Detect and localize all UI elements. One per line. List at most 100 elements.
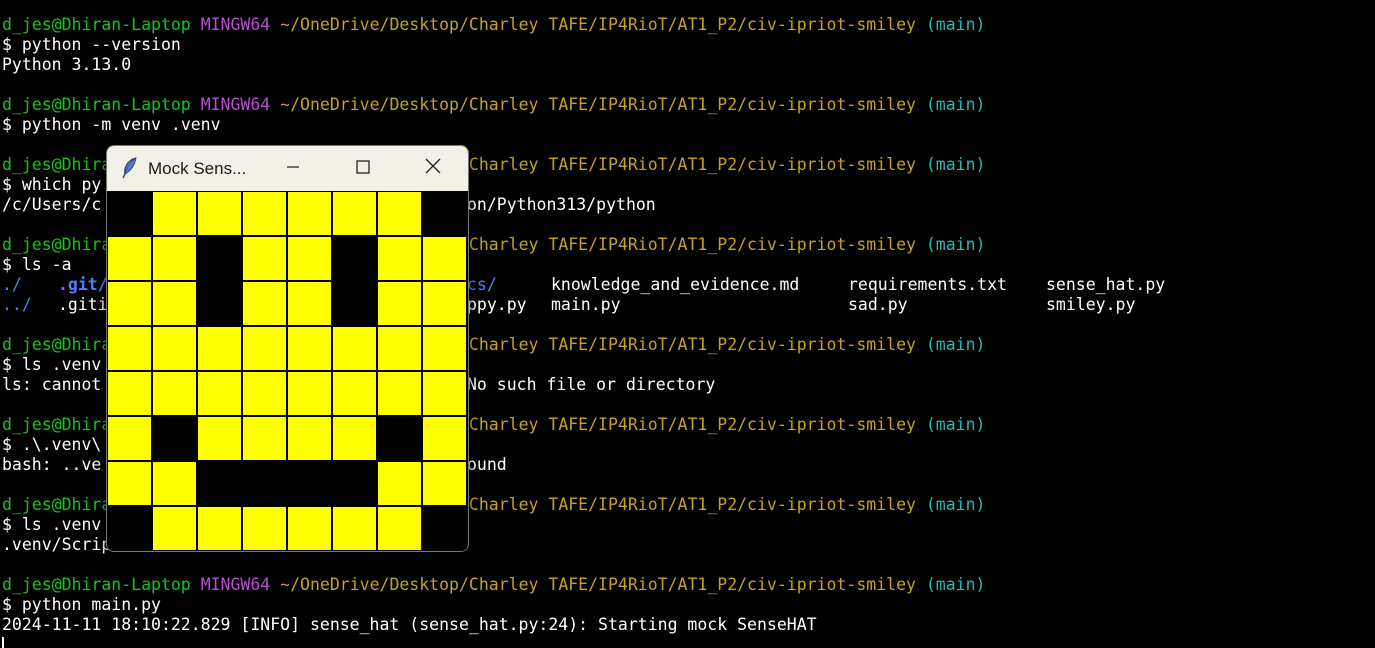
close-button[interactable]: [403, 146, 463, 191]
output-line: Python 3.13.0: [2, 55, 132, 74]
led-pixel: [287, 281, 332, 326]
led-pixel: [377, 461, 422, 506]
led-pixel: [152, 506, 197, 551]
prompt-line: d_jes@Dhiran-Laptop MINGW64 ~/OneDrive/D…: [2, 575, 986, 594]
window-titlebar[interactable]: Mock Sens...: [107, 146, 468, 191]
led-pixel: [242, 461, 287, 506]
command-line: $ .\.venv\: [2, 435, 102, 454]
led-pixel: [332, 281, 377, 326]
mock-sensehat-window[interactable]: Mock Sens...: [106, 145, 469, 552]
text-cursor: [2, 637, 4, 648]
led-pixel: [422, 191, 467, 236]
command-line: $ ls .venv: [2, 355, 102, 374]
led-pixel: [377, 416, 422, 461]
led-pixel: [152, 416, 197, 461]
led-pixel: [332, 416, 377, 461]
led-pixel: [377, 191, 422, 236]
led-pixel: [287, 191, 332, 236]
ls-entry: main.py: [551, 295, 621, 314]
window-title: Mock Sens...: [148, 159, 247, 178]
ls-entry: smiley.py: [1046, 295, 1136, 314]
ls-entry: knowledge_and_evidence.md: [551, 275, 800, 294]
command-line: $ python -m venv .venv: [2, 115, 221, 134]
led-pixel: [197, 506, 242, 551]
ls-entry: ppy.py: [467, 295, 527, 314]
command-line: $ ls .venv: [2, 515, 102, 534]
prompt-line: d_jes@Dhiran-Laptop MINGW64 ~/OneDrive/D…: [2, 95, 986, 114]
ls-entry: sad.py: [848, 295, 908, 314]
led-pixel: [287, 461, 332, 506]
led-pixel: [197, 371, 242, 416]
led-pixel: [107, 326, 152, 371]
output-line-tail: No such file or directory: [467, 375, 716, 394]
minimize-button[interactable]: [263, 146, 323, 191]
led-pixel: [197, 461, 242, 506]
minimize-icon: [286, 159, 300, 179]
led-pixel: [422, 371, 467, 416]
led-pixel: [197, 236, 242, 281]
led-pixel: [242, 416, 287, 461]
led-pixel: [332, 371, 377, 416]
command-line: $ python --version: [2, 35, 181, 54]
led-pixel: [107, 461, 152, 506]
led-pixel: [197, 191, 242, 236]
output-line: /c/Users/c: [2, 195, 102, 214]
led-matrix: [107, 191, 467, 551]
led-pixel: [242, 281, 287, 326]
feather-icon: [121, 157, 139, 179]
led-pixel: [422, 416, 467, 461]
led-pixel: [107, 236, 152, 281]
led-pixel: [107, 281, 152, 326]
maximize-icon: [356, 159, 370, 179]
output-line: ls: cannot: [2, 375, 102, 394]
led-pixel: [332, 461, 377, 506]
led-pixel: [332, 326, 377, 371]
output-line-tail: on/Python313/python: [467, 195, 656, 214]
led-pixel: [332, 236, 377, 281]
led-pixel: [287, 326, 332, 371]
led-pixel: [287, 416, 332, 461]
led-pixel: [422, 506, 467, 551]
led-pixel: [377, 326, 422, 371]
led-pixel: [242, 191, 287, 236]
led-pixel: [242, 506, 287, 551]
led-pixel: [377, 371, 422, 416]
command-line: $ which py: [2, 175, 102, 194]
led-pixel: [197, 326, 242, 371]
output-line-tail: ound: [467, 455, 507, 474]
led-pixel: [242, 371, 287, 416]
ls-entry: .giti: [58, 295, 108, 314]
ls-entry: .git/: [58, 275, 108, 294]
led-pixel: [197, 416, 242, 461]
led-pixel: [332, 506, 377, 551]
command-line: $ ls -a: [2, 255, 72, 274]
led-pixel: [152, 326, 197, 371]
ls-entry: requirements.txt: [848, 275, 1007, 294]
led-pixel: [152, 461, 197, 506]
led-pixel: [152, 281, 197, 326]
ls-entry: ./: [2, 275, 22, 294]
close-icon: [425, 158, 441, 179]
led-pixel: [422, 461, 467, 506]
led-pixel: [422, 236, 467, 281]
led-pixel: [152, 371, 197, 416]
command-line: $ python main.py: [2, 595, 161, 614]
led-pixel: [422, 281, 467, 326]
ls-entry: cs/: [467, 275, 497, 294]
led-pixel: [287, 506, 332, 551]
led-pixel: [197, 281, 242, 326]
output-line: bash: ..ve: [2, 455, 102, 474]
led-pixel: [242, 326, 287, 371]
led-pixel: [377, 281, 422, 326]
led-pixel: [152, 191, 197, 236]
ls-entry: ../: [2, 295, 32, 314]
led-pixel: [287, 371, 332, 416]
led-pixel: [422, 326, 467, 371]
led-pixel: [332, 191, 377, 236]
led-pixel: [152, 236, 197, 281]
led-pixel: [107, 416, 152, 461]
led-pixel: [107, 371, 152, 416]
led-pixel: [107, 191, 152, 236]
maximize-button[interactable]: [333, 146, 393, 191]
log-line: 2024-11-11 18:10:22.829 [INFO] sense_hat…: [2, 615, 817, 634]
